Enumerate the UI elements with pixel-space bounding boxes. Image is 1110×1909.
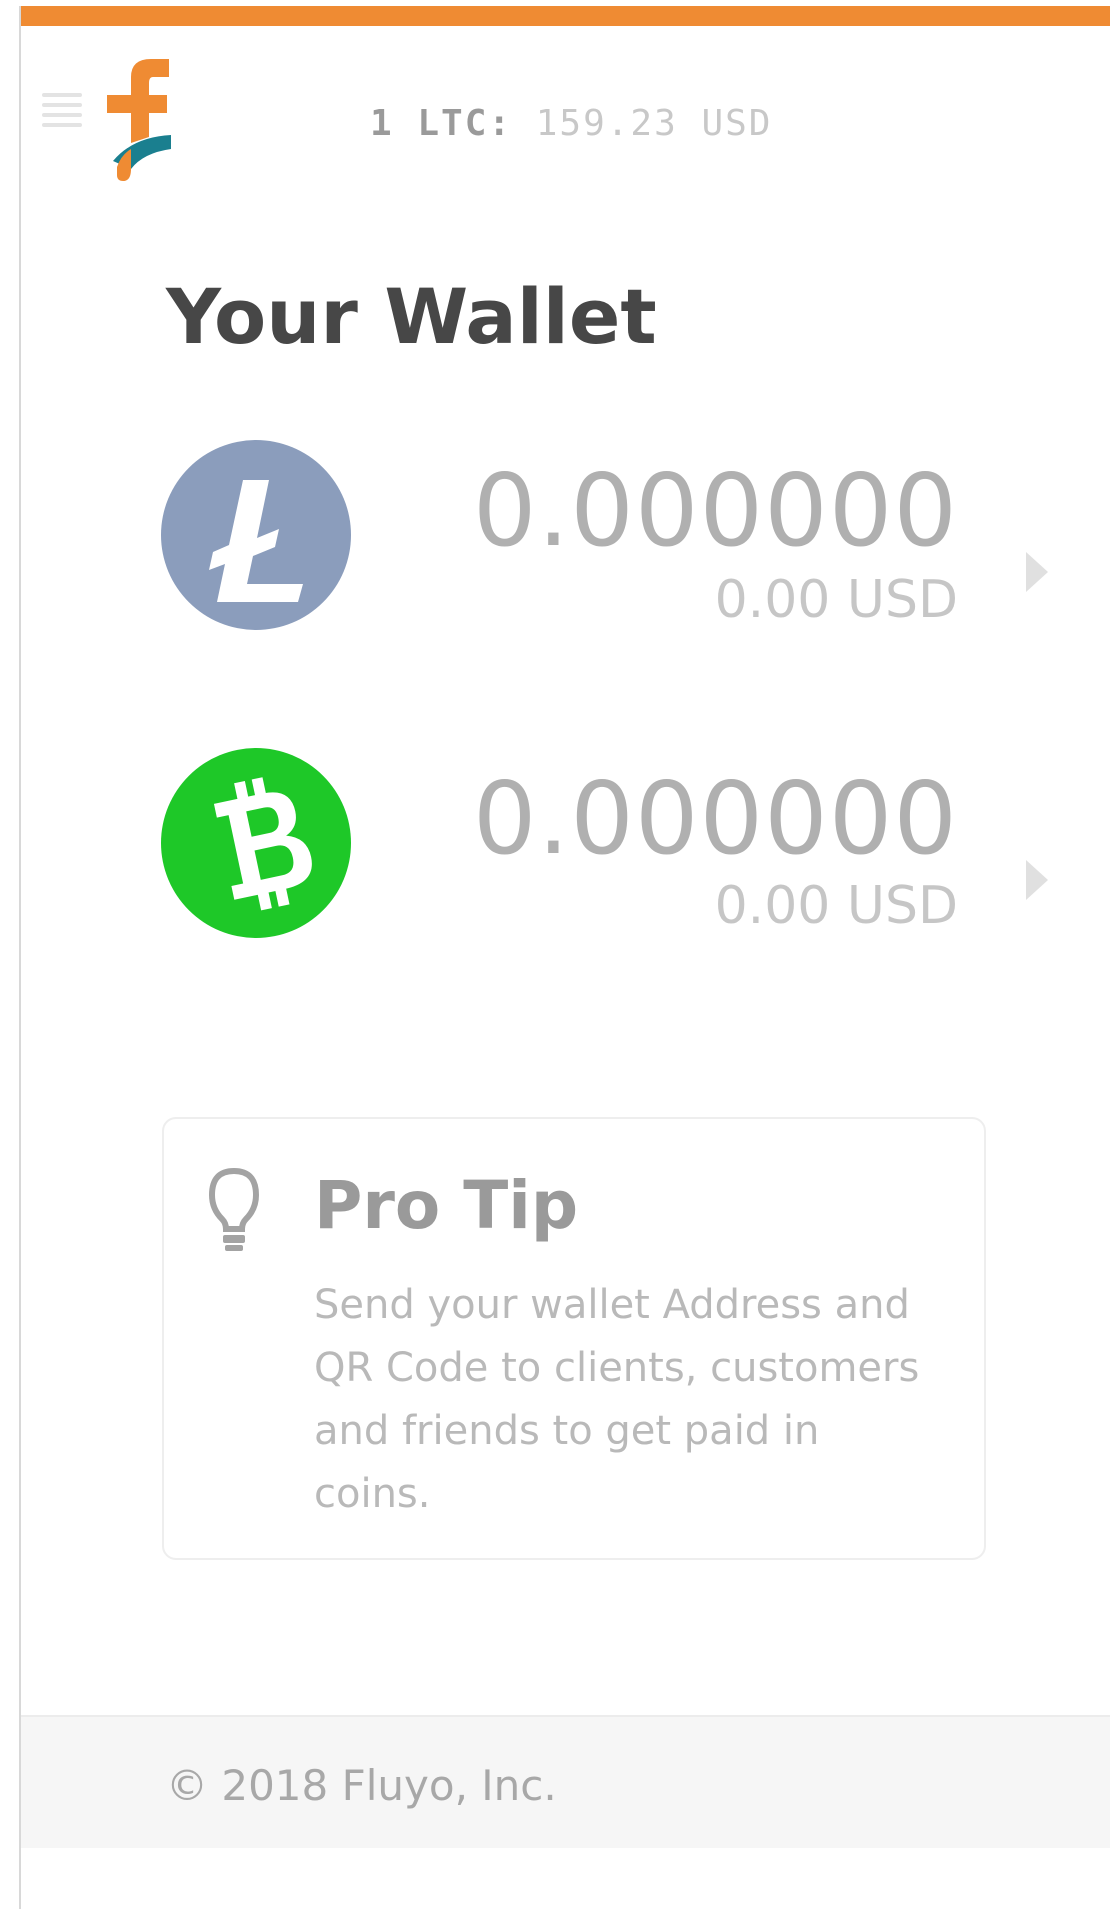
coin-row-bitcoin-cash[interactable]: 0.000000 0.00 USD bbox=[140, 726, 1080, 996]
hamburger-menu-icon[interactable] bbox=[42, 93, 86, 129]
window-border bbox=[19, 6, 21, 1909]
exchange-rate: 1 LTC: 159.23 USD bbox=[370, 103, 772, 144]
chevron-right-icon bbox=[1026, 860, 1048, 900]
coin-usd-value: 0.00 USD bbox=[714, 570, 958, 630]
bitcoin-cash-icon bbox=[161, 748, 351, 938]
coin-amount: 0.000000 bbox=[472, 760, 958, 877]
coin-amount: 0.000000 bbox=[472, 452, 958, 569]
tip-title: Pro Tip bbox=[314, 1167, 579, 1244]
rate-value: 159.23 USD bbox=[535, 103, 773, 144]
page-title: Your Wallet bbox=[166, 272, 657, 361]
coin-usd-value: 0.00 USD bbox=[714, 876, 958, 936]
app-frame: 1 LTC: 159.23 USD Your Wallet 0.000000 0… bbox=[0, 0, 1110, 1909]
lightbulb-icon bbox=[208, 1167, 260, 1251]
footer: © 2018 Fluyo, Inc. bbox=[21, 1715, 1110, 1848]
fluyo-logo-icon[interactable] bbox=[103, 57, 173, 185]
tip-body: Send your wallet Address and QR Code to … bbox=[314, 1282, 920, 1517]
copyright-text: © 2018 Fluyo, Inc. bbox=[166, 1761, 557, 1810]
litecoin-icon bbox=[161, 440, 351, 630]
rate-prefix: 1 LTC: bbox=[370, 103, 513, 144]
pro-tip-card: Pro Tip Send your wallet Address and QR … bbox=[162, 1117, 986, 1560]
coin-row-litecoin[interactable]: 0.000000 0.00 USD bbox=[140, 420, 1080, 690]
top-accent-bar bbox=[19, 6, 1110, 26]
chevron-right-icon bbox=[1026, 552, 1048, 592]
